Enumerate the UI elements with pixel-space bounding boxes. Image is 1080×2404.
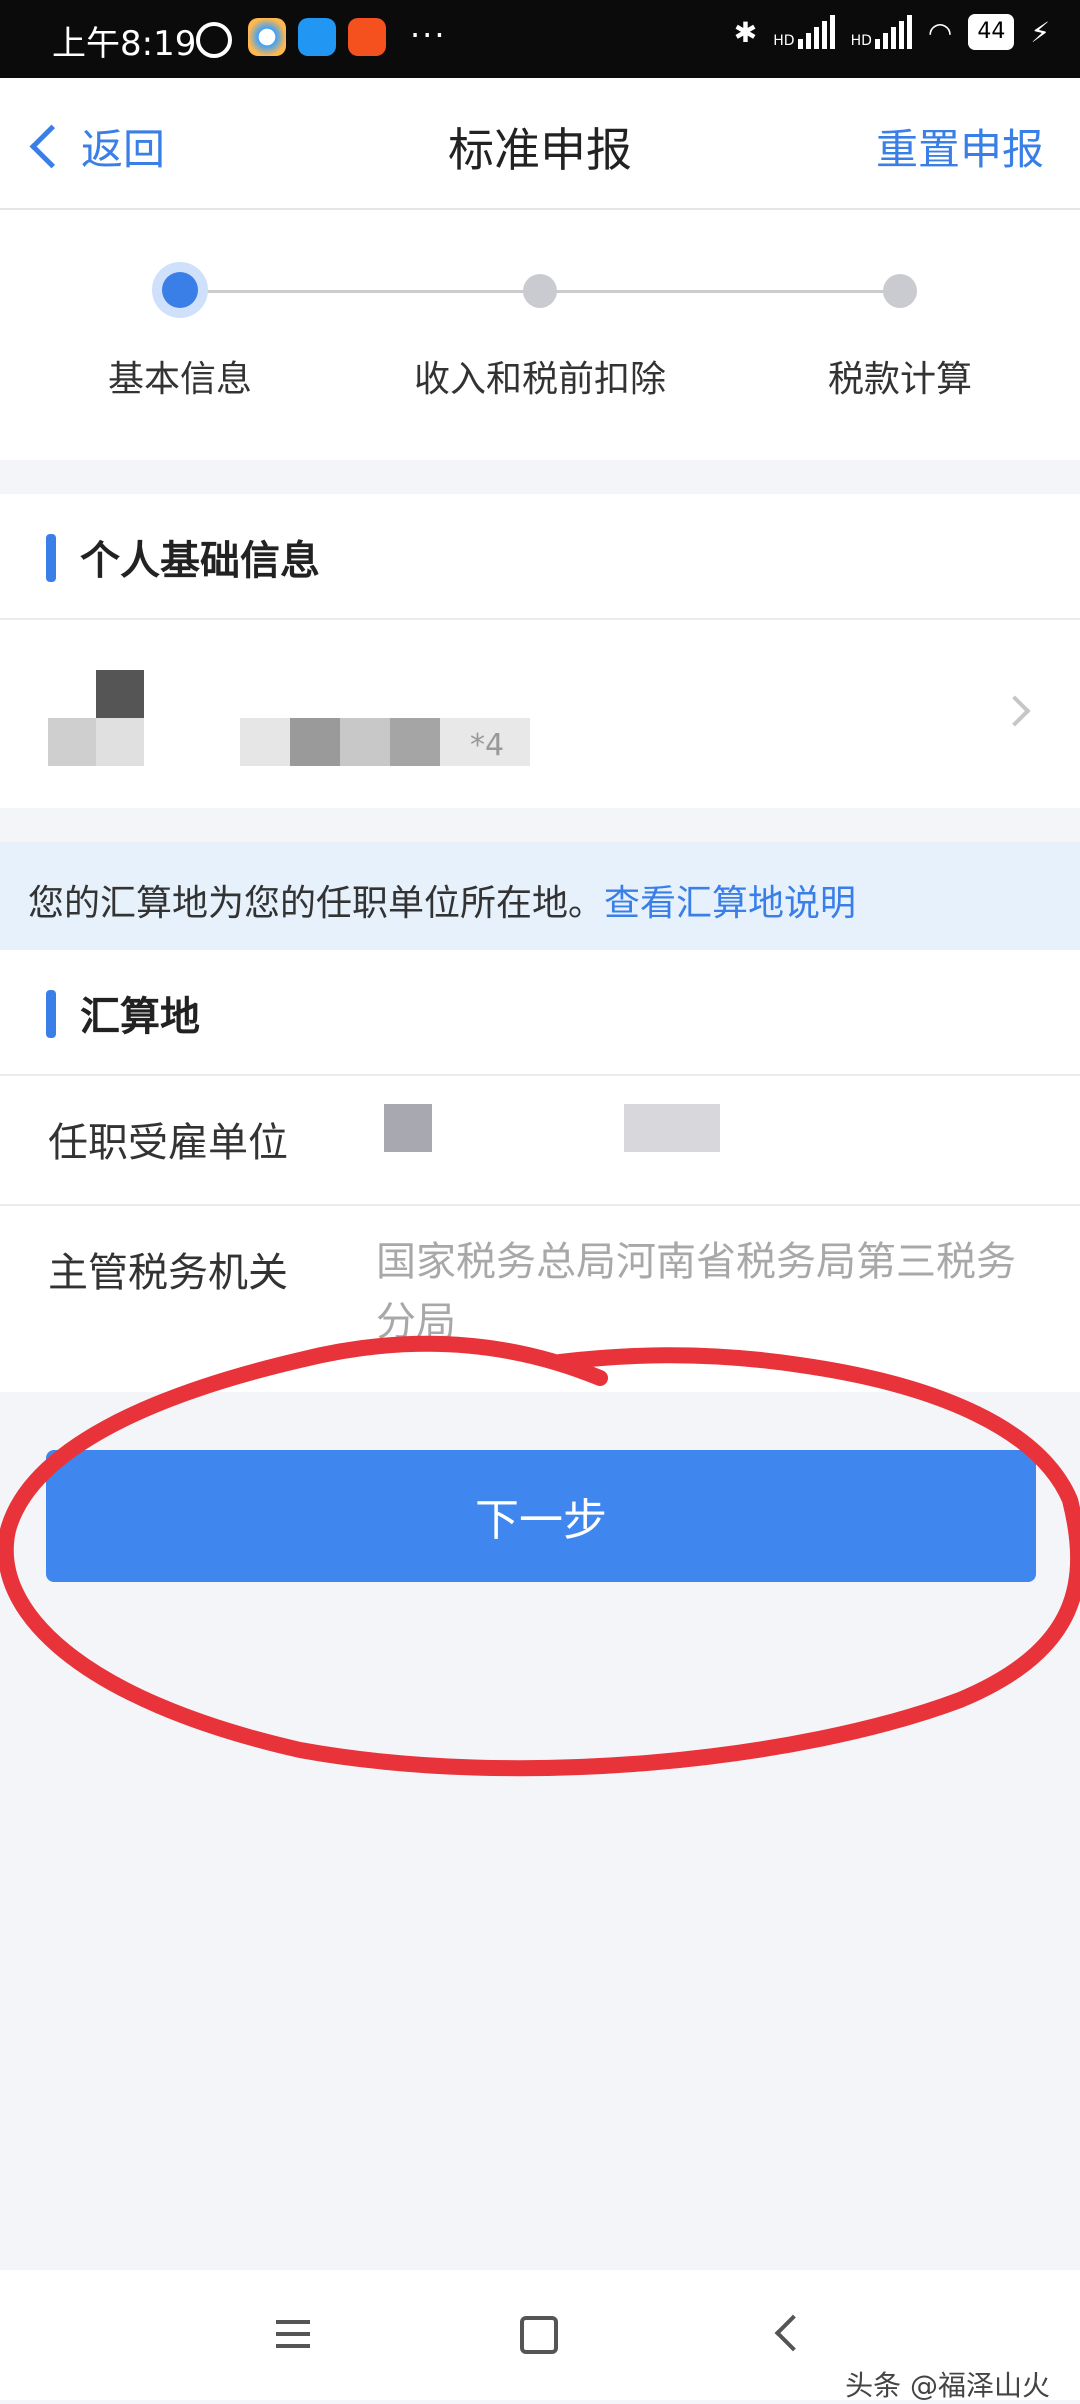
masked-id (340, 718, 390, 766)
back-icon[interactable] (774, 2314, 812, 2352)
section-accent-bar (46, 534, 56, 582)
next-step-button[interactable]: 下一步 (46, 1450, 1036, 1582)
watermark: 头条 @福泽山火 (845, 2369, 1050, 2402)
masked-id (240, 718, 290, 766)
section-title: 汇算地 (80, 994, 200, 1040)
masked-avatar (48, 718, 96, 766)
more-icon: ··· (410, 16, 447, 54)
chevron-right-icon (999, 695, 1031, 727)
tax-authority-value: 国家税务总局河南省税务局第三税务分局 (376, 1239, 1016, 1345)
wifi-icon: ◠ (927, 15, 953, 49)
masked-employer (384, 1104, 432, 1152)
notice-text: 您的汇算地为您的任职单位所在地。查看汇算地说明 (28, 883, 857, 924)
masked-id (390, 718, 440, 766)
step-label-tax-calc: 税款计算 (827, 359, 973, 400)
personal-info-row[interactable]: *4 (0, 620, 1080, 808)
app-icon-2 (298, 18, 336, 56)
section-title: 个人基础信息 (80, 538, 320, 584)
tax-authority-label: 主管税务机关 (48, 1250, 288, 1296)
menu-icon[interactable] (276, 2320, 310, 2356)
reset-declaration-button[interactable]: 重置申报 (876, 116, 1044, 177)
step-connector (540, 290, 900, 293)
divider (0, 1074, 1080, 1076)
status-right: ✱ HD HD ◠ 44 ⚡ (734, 14, 1050, 50)
masked-employer (624, 1104, 720, 1152)
step-connector (180, 290, 540, 293)
bluetooth-icon: ✱ (733, 15, 758, 49)
section-header: 汇算地 (0, 950, 1080, 1074)
step-dot-active (162, 272, 198, 308)
signal-hd-icon: HD (851, 15, 912, 49)
masked-id (290, 718, 340, 766)
status-bar: 上午8:19 ··· ✱ HD HD ◠ 44 ⚡ (0, 0, 1080, 78)
app-icon-3 (348, 18, 386, 56)
signal-hd-icon: HD (773, 15, 835, 49)
masked-avatar (96, 718, 144, 766)
section-accent-bar (46, 990, 56, 1038)
settlement-explanation-link[interactable]: 查看汇算地说明 (604, 883, 856, 924)
section-header: 个人基础信息 (0, 494, 1080, 618)
masked-id-suffix: *4 (470, 728, 505, 763)
step-label-income: 收入和税前扣除 (413, 359, 667, 400)
status-time: 上午8:19 (52, 24, 197, 64)
employer-label: 任职受雇单位 (48, 1120, 288, 1166)
step-dot (883, 274, 917, 308)
step-dot (523, 274, 557, 308)
notice-banner: 您的汇算地为您的任职单位所在地。查看汇算地说明 (0, 842, 1080, 950)
settlement-section: 汇算地 任职受雇单位 主管税务机关 国家税务总局河南省税务局第三税务分局 (0, 950, 1080, 1392)
home-icon[interactable] (520, 2316, 558, 2354)
step-label-basic-info: 基本信息 (107, 359, 253, 400)
app-icon-1 (248, 18, 286, 56)
alarm-icon (196, 22, 232, 58)
progress-steps: 基本信息 收入和税前扣除 税款计算 (0, 210, 1080, 460)
divider (0, 1204, 1080, 1206)
battery-icon: 44 (968, 14, 1015, 50)
masked-avatar (96, 670, 144, 718)
nav-header: 返回 标准申报 重置申报 (0, 78, 1080, 210)
charging-icon: ⚡ (1030, 15, 1050, 49)
